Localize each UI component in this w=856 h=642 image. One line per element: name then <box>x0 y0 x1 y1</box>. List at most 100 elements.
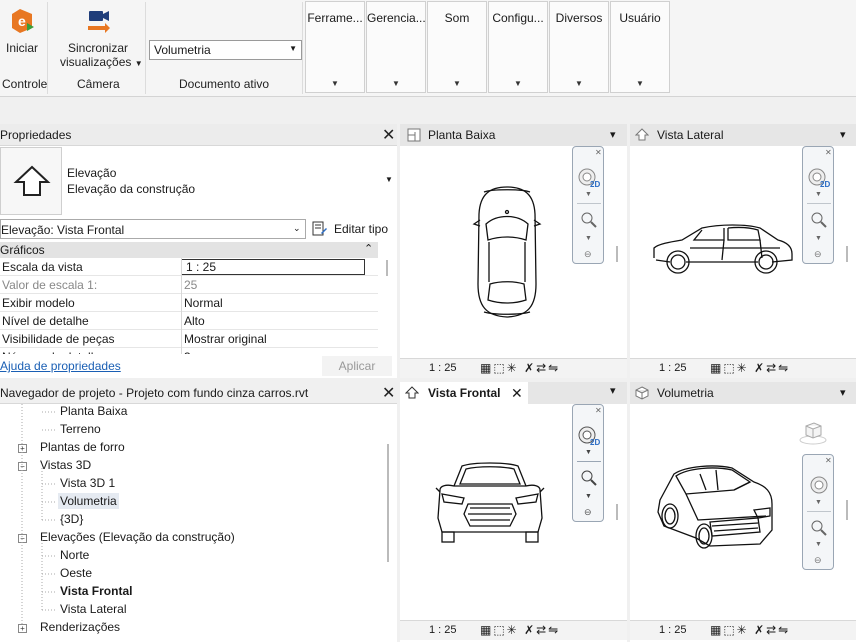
tree-item-oeste[interactable]: Oeste <box>60 566 92 580</box>
group-camera-label: Câmera <box>77 77 120 91</box>
section-label: Gráficos <box>0 243 45 257</box>
property-key: Valor de escala 1: <box>2 278 98 292</box>
property-value[interactable]: 1 : 25 <box>181 259 365 275</box>
edit-type-button[interactable]: Editar tipo <box>312 219 392 239</box>
menu-configurar[interactable]: Configu... ▼ <box>488 1 548 93</box>
tab-planta-baixa[interactable]: Planta Baixa ▾ <box>400 124 627 146</box>
view-scale[interactable]: 1 : 25 <box>659 621 687 640</box>
tree-item-3d[interactable]: {3D} <box>60 512 83 526</box>
tree-item-vista-3d-1[interactable]: Vista 3D 1 <box>60 476 115 490</box>
grid-divider <box>181 258 182 354</box>
apply-button[interactable]: Aplicar <box>322 356 392 376</box>
chevron-down-icon[interactable]: ▼ <box>815 499 822 506</box>
zoom-icon[interactable] <box>810 211 828 229</box>
steering-wheel-icon[interactable]: 2D <box>577 425 601 447</box>
steering-wheel-icon[interactable]: 2D <box>577 167 601 189</box>
chevron-down-icon[interactable]: ▼ <box>585 493 592 500</box>
menu-usuario[interactable]: Usuário ▼ <box>610 1 670 93</box>
steering-wheel-icon[interactable]: 2D <box>807 167 831 189</box>
view-title: Planta Baixa <box>428 128 496 142</box>
tab-menu-icon[interactable]: ▾ <box>610 124 616 146</box>
instance-selector[interactable]: Elevação: Vista Frontal ⌄ <box>0 219 306 239</box>
close-icon[interactable]: ✕ <box>511 382 523 404</box>
car-3d-view <box>657 465 773 549</box>
edit-type-icon <box>312 221 327 236</box>
iniciar-button[interactable]: e Iniciar <box>2 6 42 55</box>
view-scrollbar[interactable] <box>846 500 848 520</box>
view-scrollbar[interactable] <box>616 504 618 520</box>
steering-wheel-icon[interactable] <box>807 475 831 497</box>
tree-item-elevacoes[interactable]: Elevações (Elevação da construção) <box>40 530 235 544</box>
view-scrollbar[interactable] <box>846 246 848 262</box>
type-thumbnail <box>0 147 62 215</box>
view-control-icons[interactable]: ▦⬚✳ ✗⇄⇋ <box>480 621 560 640</box>
close-icon[interactable]: ✕ <box>825 456 832 465</box>
chevron-down-icon[interactable]: ▼ <box>815 235 822 242</box>
nav-bar-options-icon[interactable]: ⊖ <box>584 507 592 518</box>
section-graficos[interactable]: Gráficos ⌃ <box>0 242 378 258</box>
zoom-icon[interactable] <box>580 469 598 487</box>
chevron-down-icon[interactable]: ▼ <box>815 191 822 198</box>
view-title: Vista Lateral <box>657 128 724 142</box>
view-scale[interactable]: 1 : 25 <box>659 359 687 378</box>
tab-menu-icon[interactable]: ▾ <box>840 382 846 404</box>
tree-item-vista-frontal[interactable]: Vista Frontal <box>60 584 132 598</box>
collapse-icon[interactable]: ⌃ <box>364 242 373 255</box>
property-value[interactable]: Alto <box>184 312 205 330</box>
menu-label: Ferrame... <box>307 11 363 25</box>
tab-vista-frontal[interactable]: Vista Frontal ✕ <box>400 382 528 404</box>
view-scrollbar[interactable] <box>616 246 618 262</box>
properties-help-link[interactable]: Ajuda de propriedades <box>0 359 121 373</box>
chevron-down-icon[interactable]: ▼ <box>585 191 592 198</box>
nav-bar-options-icon[interactable]: ⊖ <box>584 249 592 260</box>
menu-ferramentas[interactable]: Ferrame... ▼ <box>305 1 365 93</box>
tree-item-planta-baixa[interactable]: Planta Baixa <box>60 404 127 418</box>
view-control-icons[interactable]: ▦⬚✳ ✗⇄⇋ <box>710 359 790 378</box>
view-control-icons[interactable]: ▦⬚✳ ✗⇄⇋ <box>480 359 560 378</box>
sincronizar-button[interactable]: Sincronizar visualizações ▼ <box>60 6 143 69</box>
browser-scrollbar[interactable] <box>387 444 389 562</box>
property-value[interactable]: Mostrar original <box>184 330 267 348</box>
browser-title: Navegador de projeto - Projeto com fundo… <box>0 386 309 400</box>
tab-menu-icon[interactable]: ▾ <box>610 384 616 397</box>
zoom-icon[interactable] <box>810 519 828 537</box>
type-selector[interactable]: Elevação Elevação da construção ▼ <box>62 147 397 215</box>
close-icon[interactable]: ✕ <box>382 383 395 403</box>
tree-item-terreno[interactable]: Terreno <box>60 422 101 436</box>
menu-label: Diversos <box>555 11 603 25</box>
chevron-down-icon[interactable]: ▼ <box>585 449 592 456</box>
active-document-select[interactable]: Volumetria ▼ <box>149 40 302 60</box>
menu-diversos[interactable]: Diversos ▼ <box>549 1 609 93</box>
tab-vista-lateral[interactable]: Vista Lateral ▾ <box>630 124 856 146</box>
svg-text:2D: 2D <box>590 180 600 189</box>
property-value[interactable]: Normal <box>184 294 223 312</box>
close-icon[interactable]: ✕ <box>825 148 832 157</box>
chevron-down-icon[interactable]: ▼ <box>585 235 592 242</box>
zoom-icon[interactable] <box>580 211 598 229</box>
tab-volumetria[interactable]: Volumetria ▾ <box>630 382 856 404</box>
car-front-view <box>435 462 545 543</box>
chevron-down-icon: ▼ <box>392 79 400 88</box>
close-icon[interactable]: ✕ <box>382 125 395 145</box>
tree-item-norte[interactable]: Norte <box>60 548 89 562</box>
viewcube-icon[interactable] <box>798 420 828 446</box>
property-row: Valor de escala 1: 25 <box>0 276 378 294</box>
menu-gerenciar[interactable]: Gerencia... ▼ <box>366 1 426 93</box>
tree-item-volumetria[interactable]: Volumetria <box>58 493 119 509</box>
property-value[interactable]: 3 <box>184 348 191 354</box>
properties-scrollbar[interactable] <box>386 260 388 276</box>
3d-view-icon <box>635 386 649 400</box>
chevron-down-icon[interactable]: ▼ <box>815 541 822 548</box>
view-scale[interactable]: 1 : 25 <box>429 359 457 378</box>
view-control-icons[interactable]: ▦⬚✳ ✗⇄⇋ <box>710 621 790 640</box>
menu-som[interactable]: Som ▼ <box>427 1 487 93</box>
close-icon[interactable]: ✕ <box>595 148 602 157</box>
separator <box>807 203 831 204</box>
tree-item-vista-lateral[interactable]: Vista Lateral <box>60 602 127 616</box>
tab-menu-icon[interactable]: ▾ <box>840 124 846 146</box>
close-icon[interactable]: ✕ <box>595 406 602 415</box>
view-scale[interactable]: 1 : 25 <box>429 621 457 640</box>
separator <box>302 2 303 94</box>
nav-bar-options-icon[interactable]: ⊖ <box>814 249 822 260</box>
nav-bar-options-icon[interactable]: ⊖ <box>814 555 822 566</box>
